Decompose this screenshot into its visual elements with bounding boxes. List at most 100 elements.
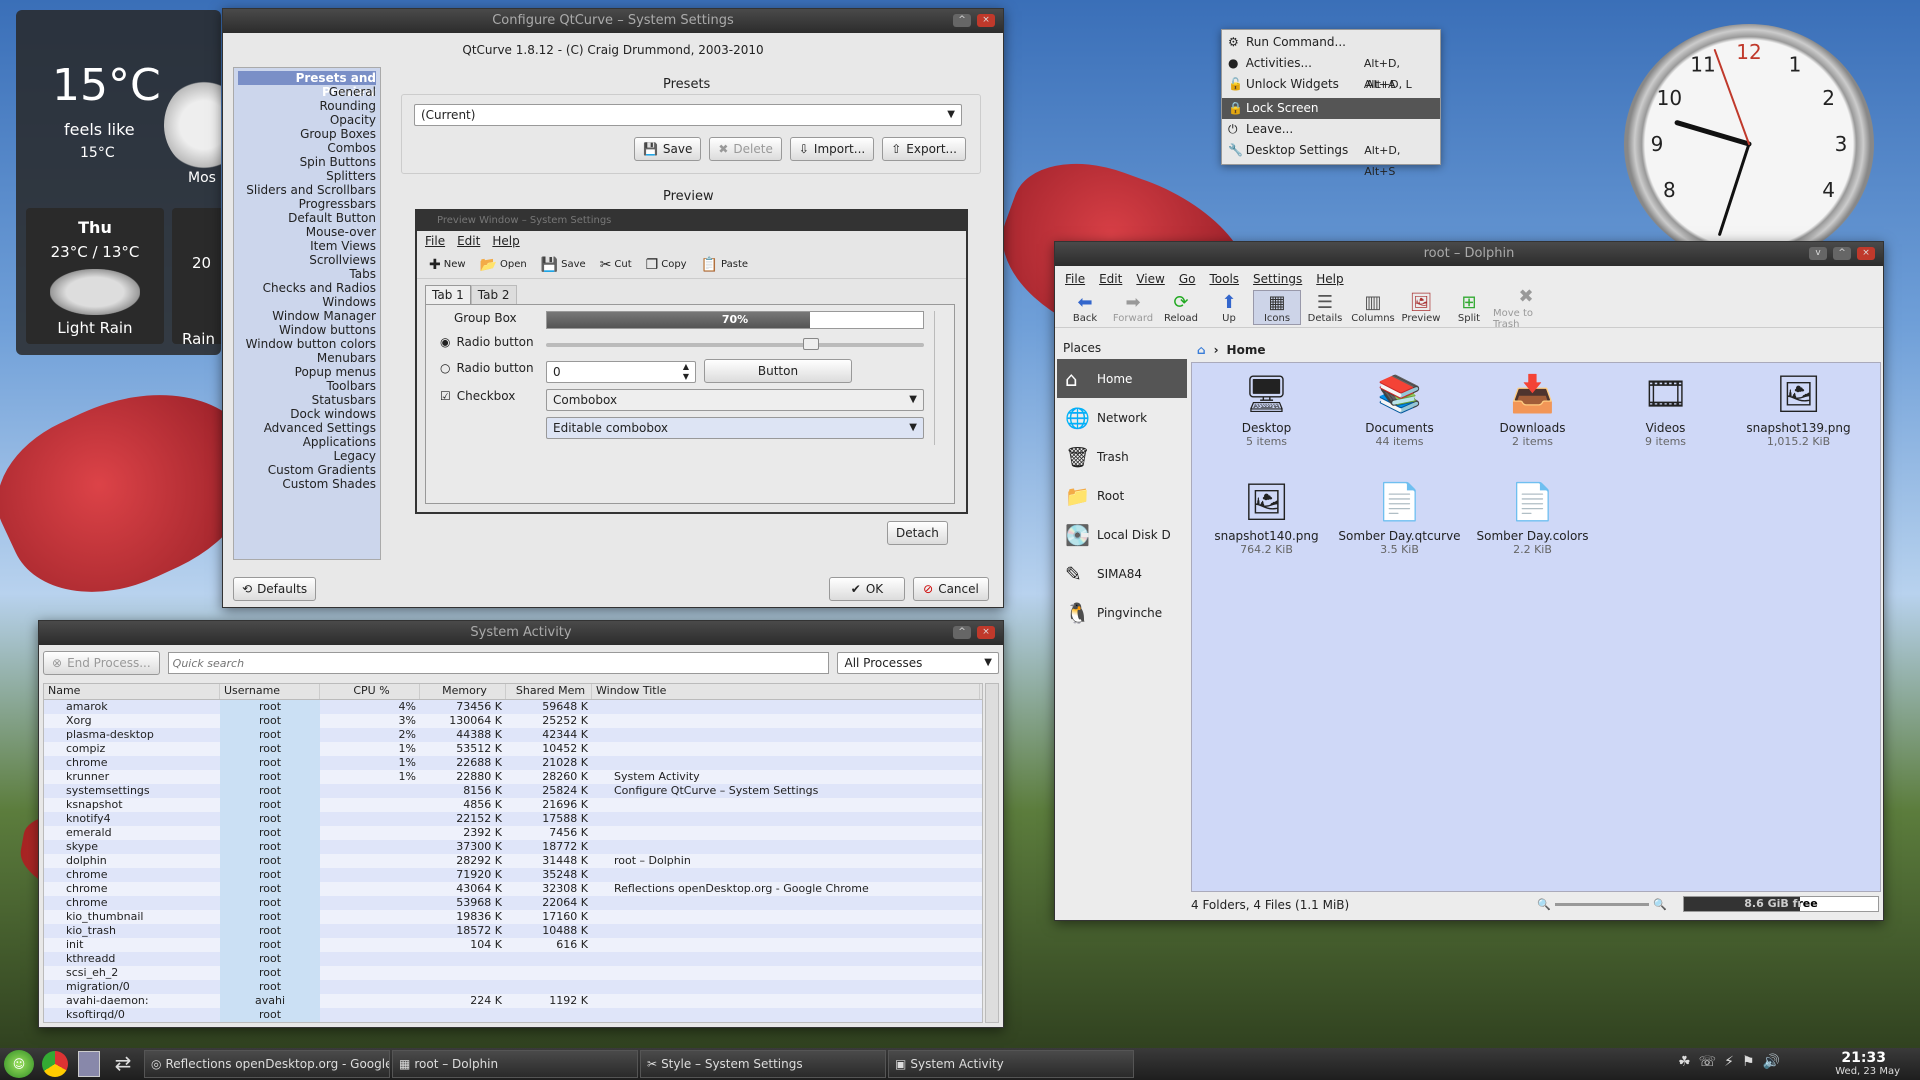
file-item[interactable]: 📚 Documents 44 items <box>1333 367 1466 475</box>
close-button[interactable]: × <box>1857 247 1875 260</box>
close-button[interactable]: × <box>977 14 995 27</box>
file-item[interactable]: 🖼 snapshot139.png 1,015.2 KiB <box>1732 367 1865 475</box>
table-row[interactable]: kio_trash root 18572 K 10488 K <box>44 924 982 938</box>
place-sima84[interactable]: ✎ SIMA84 <box>1057 554 1187 593</box>
tool-details[interactable]: ☰ Details <box>1301 291 1349 325</box>
table-row[interactable]: skype root 37300 K 18772 K <box>44 840 982 854</box>
clock-time[interactable]: 21:33 <box>1841 1050 1886 1066</box>
table-row[interactable]: ksoftirqd/0 root <box>44 1008 982 1022</box>
menu-help[interactable]: Help <box>1316 272 1343 286</box>
menu-item[interactable]: ⏻ Leave... <box>1222 119 1440 140</box>
tool-move-to-trash[interactable]: ✖ Move to Trash <box>1493 286 1559 330</box>
nav-item[interactable]: Checks and Radios <box>238 281 376 295</box>
place-home[interactable]: ⌂ Home <box>1057 359 1187 398</box>
nav-item[interactable]: Windows <box>238 295 376 309</box>
preset-select[interactable]: (Current) ▼ <box>414 104 962 126</box>
nav-item[interactable]: Advanced Settings <box>238 421 376 435</box>
file-item[interactable]: 🖥 Desktop 5 items <box>1200 367 1333 475</box>
shade-button[interactable]: v <box>1809 247 1827 260</box>
zoom-out-icon[interactable]: 🔍 <box>1537 898 1551 911</box>
maximize-button[interactable]: ^ <box>1833 247 1851 260</box>
tool-copy[interactable]: ❐ Copy <box>642 257 691 273</box>
menu-go[interactable]: Go <box>1179 272 1196 286</box>
table-row[interactable]: krunner root 1% 22880 K 28260 K System Activi… <box>44 770 982 784</box>
menu-help[interactable]: Help <box>492 234 519 248</box>
chrome-launcher-icon[interactable] <box>42 1051 68 1077</box>
nav-item[interactable]: Scrollviews <box>238 253 376 267</box>
nav-item[interactable]: Window buttons <box>238 323 376 337</box>
table-row[interactable]: compiz root 1% 53512 K 10452 K <box>44 742 982 756</box>
file-manager-launcher-icon[interactable] <box>78 1051 100 1077</box>
tool-preview[interactable]: 🖼 Preview <box>1397 291 1445 325</box>
table-row[interactable]: Xorg root 3% 130064 K 25252 K <box>44 714 982 728</box>
delete-button[interactable]: ✖ Delete <box>709 137 782 161</box>
menu-view[interactable]: View <box>1136 272 1164 286</box>
place-root[interactable]: 📁 Root <box>1057 476 1187 515</box>
nav-item[interactable]: Combos <box>238 141 376 155</box>
tab-2[interactable]: Tab 2 <box>470 285 517 304</box>
menu-item[interactable]: ⚙ Run Command... <box>1222 32 1440 53</box>
nav-item[interactable]: Dock windows <box>238 407 376 421</box>
breadcrumb-home[interactable]: Home <box>1227 343 1266 357</box>
import-button[interactable]: ⇩ Import... <box>789 137 875 161</box>
task-button[interactable]: ▦ root – Dolphin <box>392 1050 638 1078</box>
slider[interactable] <box>546 338 924 350</box>
table-row[interactable]: migration/0 root <box>44 980 982 994</box>
tool-columns[interactable]: ▥ Columns <box>1349 291 1397 325</box>
close-button[interactable]: × <box>977 626 995 639</box>
file-item[interactable]: 📥 Downloads 2 items <box>1466 367 1599 475</box>
minimize-button[interactable]: ^ <box>953 14 971 27</box>
nav-item[interactable]: Toolbars <box>238 379 376 393</box>
detach-button[interactable]: Detach <box>887 521 948 545</box>
nav-item[interactable]: Group Boxes <box>238 127 376 141</box>
task-button[interactable]: ▣ System Activity <box>888 1050 1134 1078</box>
tray-skype-icon[interactable]: ☏ <box>1699 1054 1717 1070</box>
column-header[interactable]: CPU % <box>320 684 420 699</box>
table-row[interactable]: scsi_eh_2 root <box>44 966 982 980</box>
table-row[interactable]: amarok root 4% 73456 K 59648 K <box>44 700 982 714</box>
file-item[interactable]: 🖼 snapshot140.png 764.2 KiB <box>1200 475 1333 583</box>
column-header[interactable]: Username <box>220 684 320 699</box>
maximize-button[interactable]: ^ <box>953 626 971 639</box>
nav-item[interactable]: Window button colors <box>238 337 376 351</box>
ok-button[interactable]: ✔ OK <box>829 577 905 601</box>
nav-item[interactable]: Splitters <box>238 169 376 183</box>
combobox[interactable]: Combobox ▼ <box>546 389 924 411</box>
tool-new[interactable]: ✚ New <box>425 257 470 273</box>
tab-1[interactable]: Tab 1 <box>425 285 471 304</box>
table-row[interactable]: ksnapshot root 4856 K 21696 K <box>44 798 982 812</box>
tray-network-icon[interactable]: ⚡ <box>1724 1054 1734 1070</box>
search-input[interactable] <box>167 652 830 674</box>
menu-item[interactable]: 🔒 Lock Screen <box>1222 98 1440 119</box>
file-item[interactable]: 🎞 Videos 9 items <box>1599 367 1732 475</box>
tool-forward[interactable]: ➡ Forward <box>1109 291 1157 325</box>
nav-item[interactable]: Popup menus <box>238 365 376 379</box>
nav-item[interactable]: Applications <box>238 435 376 449</box>
nav-item[interactable]: Opacity <box>238 113 376 127</box>
defaults-button[interactable]: ⟲ Defaults <box>233 577 317 601</box>
tool-open[interactable]: 📂 Open <box>476 257 531 273</box>
place-trash[interactable]: 🗑 Trash <box>1057 437 1187 476</box>
menu-item[interactable]: 🔓 Unlock Widgets Alt+D, L <box>1222 74 1440 95</box>
menu-edit[interactable]: Edit <box>1099 272 1122 286</box>
spin-box[interactable]: 0 ▲ ▼ <box>546 361 696 383</box>
nav-item[interactable]: Mouse-over <box>238 225 376 239</box>
task-button[interactable]: ◎ Reflections openDesktop.org - Google <box>144 1050 390 1078</box>
nav-item[interactable]: Spin Buttons <box>238 155 376 169</box>
menu-settings[interactable]: Settings <box>1253 272 1302 286</box>
nav-item[interactable]: Custom Gradients <box>238 463 376 477</box>
nav-item[interactable]: Default Button <box>238 211 376 225</box>
zoom-slider[interactable]: 🔍 🔍 <box>1537 896 1667 912</box>
nav-item[interactable]: Item Views <box>238 239 376 253</box>
nav-item[interactable]: Window Manager <box>238 309 376 323</box>
menu-item[interactable]: 🔧 Desktop Settings Alt+D, Alt+S <box>1222 140 1440 178</box>
nav-item[interactable]: Progressbars <box>238 197 376 211</box>
place-pingvinche[interactable]: 🐧 Pingvinche <box>1057 593 1187 632</box>
table-row[interactable]: chrome root 43064 K 32308 K Reflections open… <box>44 882 982 896</box>
radio-button-2[interactable]: ○ Radio button <box>440 361 534 375</box>
tool-cut[interactable]: ✂ Cut <box>596 257 636 273</box>
table-row[interactable]: init root 104 K 616 K <box>44 938 982 952</box>
nav-item[interactable]: Rounding <box>238 99 376 113</box>
nav-item[interactable]: Menubars <box>238 351 376 365</box>
file-item[interactable]: 📄 Somber Day.qtcurve 3.5 KiB <box>1333 475 1466 583</box>
